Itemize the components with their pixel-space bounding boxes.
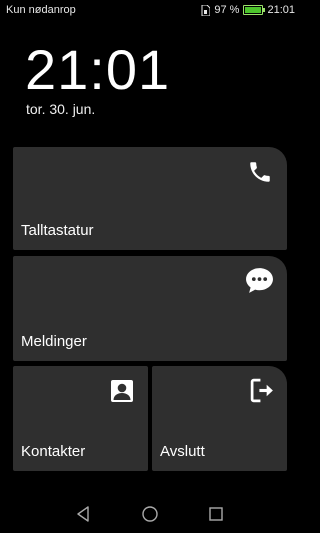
lock-date: tor. 30. jun. [26, 101, 96, 117]
navigation-bar [0, 495, 300, 533]
exit-tile[interactable]: Avslutt [152, 366, 287, 471]
exit-label: Avslutt [160, 443, 205, 460]
chat-bubble-icon [246, 268, 273, 293]
status-icons: 97 % 21:01 [201, 4, 295, 16]
back-icon[interactable] [73, 503, 95, 525]
battery-fill [245, 7, 261, 13]
status-time: 21:01 [267, 4, 295, 16]
status-bar: Kun nødanrop 97 % 21:01 [0, 0, 300, 20]
dialpad-tile[interactable]: Talltastatur [13, 147, 287, 250]
messages-label: Meldinger [21, 333, 87, 350]
contacts-tile[interactable]: Kontakter [13, 366, 148, 471]
phone-icon [250, 162, 270, 182]
messages-tile[interactable]: Meldinger [13, 256, 287, 361]
lock-clock: 21:01 [25, 38, 171, 101]
person-icon [111, 380, 133, 402]
battery-icon [243, 5, 266, 15]
home-icon[interactable] [139, 503, 161, 525]
contacts-label: Kontakter [21, 443, 86, 460]
dialpad-label: Talltastatur [21, 222, 94, 239]
battery-percent: 97 % [214, 4, 240, 16]
sim-card-icon [201, 4, 211, 16]
exit-icon [250, 378, 273, 403]
carrier-text: Kun nødanrop [6, 4, 76, 16]
recents-icon[interactable] [205, 503, 227, 525]
